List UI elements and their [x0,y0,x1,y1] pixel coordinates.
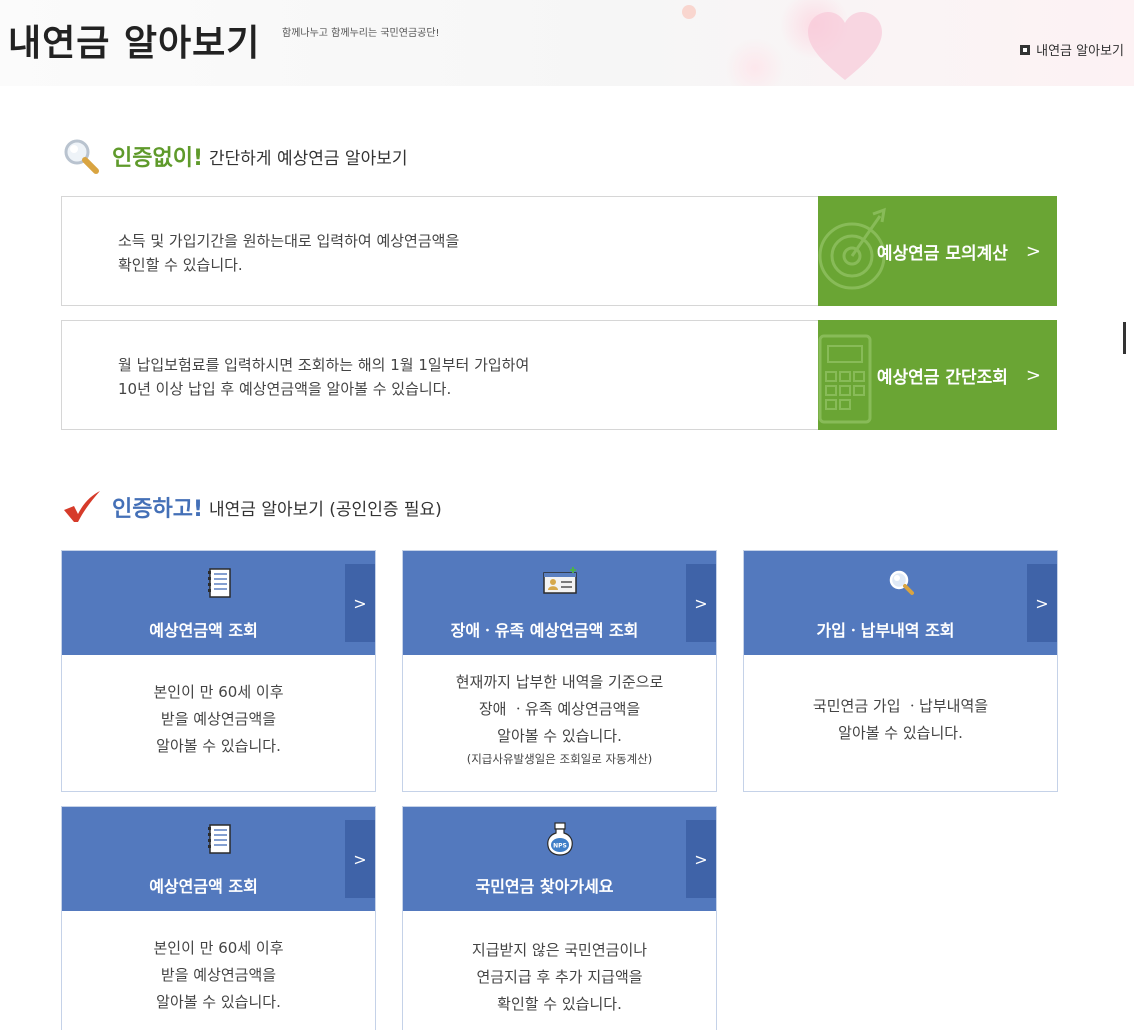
card-body: 본인이 만 60세 이후 받을 예상연금액을 알아볼 수 있습니다. [62,911,375,1030]
card-text-line: 확인할 수 있습니다. [497,995,622,1013]
pension-simulation-button[interactable]: 예상연금 모의계산 > [818,196,1057,306]
home-icon [1020,44,1031,55]
card-expected-pension-2: 예상연금액 조회 > 본인이 만 60세 이후 받을 예상연금액을 알아볼 수 … [61,806,376,1030]
magnifier-icon [64,139,99,174]
quick-lookup-row: 월 납입보험료를 입력하시면 조회하는 해의 1월 1일부터 가입하여 10년 … [61,320,1057,430]
section-heading-auth: 인증하고! 내연금 알아보기 (공인인증 필요) [62,490,442,524]
chevron-right-icon[interactable]: > [686,820,716,898]
checkmark-icon [64,491,100,522]
card-text-line: 본인이 만 60세 이후 [153,939,284,957]
card-body: 국민연금 가입 ㆍ납부내역을 알아볼 수 있습니다. [744,655,1057,791]
header-decoration [725,38,785,86]
section-heading-strong: 인증없이! [112,146,203,171]
pension-quick-lookup-button[interactable]: 예상연금 간단조회 > [818,320,1057,430]
card-header-button[interactable]: 예상연금액 조회 > [62,551,375,655]
card-text-line: 알아볼 수 있습니다. [497,727,622,745]
card-text-line: 알아볼 수 있습니다. [156,737,281,755]
heart-icon [808,12,882,80]
section-heading-no-auth: 인증없이! 간단하게 예상연금 알아보기 [62,138,408,174]
card-text-line: 지급받지 않은 국민연금이나 [471,941,648,959]
id-card-icon [542,567,577,594]
description-line: 월 납입보험료를 입력하시면 조회하는 해의 1월 1일부터 가입하여 [118,356,530,374]
chevron-right-icon[interactable]: > [686,564,716,642]
breadcrumb-label: 내연금 알아보기 [1036,44,1124,59]
card-title: 예상연금액 조회 [149,621,258,640]
row-description: 월 납입보험료를 입력하시면 조회하는 해의 1월 1일부터 가입하여 10년 … [118,353,529,401]
section-heading-text: 간단하게 예상연금 알아보기 [209,148,408,169]
card-find-pension: NPS 국민연금 찾아가세요 > 지급받지 않은 국민연금이나 연금지급 후 추… [402,806,717,1030]
description-line: 소득 및 가입기간을 원하는대로 입력하여 예상연금액을 [118,232,460,250]
card-text-line: 알아볼 수 있습니다. [156,993,281,1011]
card-text-line: 현재까지 납부한 내역을 기준으로 [455,673,664,691]
chevron-right-icon[interactable]: > [345,820,375,898]
card-title: 장애ㆍ유족 예상연금액 조회 [450,621,639,640]
chevron-right-icon[interactable]: > [345,564,375,642]
simulation-row: 소득 및 가입기간을 원하는대로 입력하여 예상연금액을 확인할 수 있습니다.… [61,196,1057,306]
notebook-icon [207,568,231,598]
description-line: 10년 이상 납입 후 예상연금액을 알아볼 수 있습니다. [118,380,452,398]
button-label: 예상연금 모의계산 [876,243,1008,264]
card-expected-pension: 예상연금액 조회 > 본인이 만 60세 이후 받을 예상연금액을 알아볼 수 … [61,550,376,792]
card-title: 예상연금액 조회 [149,877,258,896]
section-heading-strong: 인증하고! [112,497,203,522]
search-icon [889,570,914,595]
card-header-button[interactable]: 장애ㆍ유족 예상연금액 조회 > [403,551,716,655]
chevron-right-icon: > [1025,240,1041,262]
card-text-line: 받을 예상연금액을 [160,966,277,984]
section-heading-text: 내연금 알아보기 (공인인증 필요) [209,499,442,520]
card-text-line: 장애 ㆍ유족 예상연금액을 [478,700,641,718]
nps-icon-text: NPS [553,843,567,850]
row-description: 소득 및 가입기간을 원하는대로 입력하여 예상연금액을 확인할 수 있습니다. [118,229,459,277]
chevron-right-icon[interactable]: > [1027,564,1057,642]
page-title: 내연금 알아보기 [8,23,261,64]
card-body: 현재까지 납부한 내역을 기준으로 장애 ㆍ유족 예상연금액을 알아볼 수 있습… [403,655,716,791]
card-title: 국민연금 찾아가세요 [475,877,614,896]
card-title: 가입ㆍ납부내역 조회 [816,621,955,640]
header-decoration [682,5,696,19]
card-header-button[interactable]: NPS 국민연금 찾아가세요 > [403,807,716,911]
chevron-right-icon: > [1025,364,1041,386]
card-subscription-payment: 가입ㆍ납부내역 조회 > 국민연금 가입 ㆍ납부내역을 알아볼 수 있습니다. [743,550,1058,792]
card-note: (지급사유발생일은 조회일로 자동계산) [466,752,653,766]
scrollbar-thumb[interactable] [1123,322,1126,354]
card-body: 지급받지 않은 국민연금이나 연금지급 후 추가 지급액을 확인할 수 있습니다… [403,911,716,1030]
card-text-line: 본인이 만 60세 이후 [153,683,284,701]
description-line: 확인할 수 있습니다. [118,256,243,274]
button-label: 예상연금 간단조회 [876,367,1008,388]
page-header: 내연금 알아보기 함께나누고 함께누리는 국민연금공단! 내연금 알아보기 [0,0,1134,86]
card-text-line: 알아볼 수 있습니다. [838,724,963,742]
card-header-button[interactable]: 가입ㆍ납부내역 조회 > [744,551,1057,655]
card-disability-survivor: 장애ㆍ유족 예상연금액 조회 > 현재까지 납부한 내역을 기준으로 장애 ㆍ유… [402,550,717,792]
card-text-line: 받을 예상연금액을 [160,710,277,728]
breadcrumb[interactable]: 내연금 알아보기 [1020,40,1124,59]
notebook-icon [207,824,231,854]
card-header-button[interactable]: 예상연금액 조회 > [62,807,375,911]
card-body: 본인이 만 60세 이후 받을 예상연금액을 알아볼 수 있습니다. [62,655,375,791]
nps-bottle-icon: NPS [546,822,573,856]
card-text-line: 국민연금 가입 ㆍ납부내역을 [812,697,989,715]
slogan-text: 함께나누고 함께누리는 국민연금공단! [282,28,440,39]
card-text-line: 연금지급 후 추가 지급액을 [476,968,643,986]
